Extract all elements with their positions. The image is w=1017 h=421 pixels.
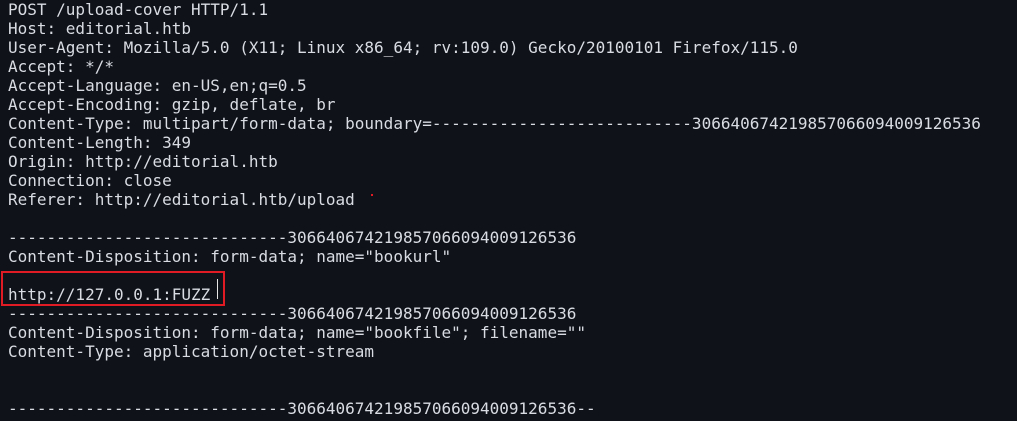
connection-header: Connection: close [8,171,172,190]
request-line: POST /upload-cover HTTP/1.1 [8,0,269,19]
accept-header: Accept: */* [8,57,114,76]
content-disposition-bookurl: Content-Disposition: form-data; name="bo… [8,247,452,266]
content-disposition-bookfile: Content-Disposition: form-data; name="bo… [8,323,586,342]
terminal-window[interactable]: POST /upload-cover HTTP/1.1 Host: editor… [0,0,1017,421]
user-agent-header: User-Agent: Mozilla/5.0 (X11; Linux x86_… [8,38,798,57]
closing-boundary-line: -----------------------------30664067421… [8,399,596,418]
referer-header: Referer: http://editorial.htb/upload [8,190,355,209]
host-header: Host: editorial.htb [8,19,192,38]
accept-encoding-header: Accept-Encoding: gzip, deflate, br [8,95,336,114]
content-type-octet-stream: Content-Type: application/octet-stream [8,342,375,361]
accept-language-header: Accept-Language: en-US,en;q=0.5 [8,76,307,95]
red-dot-marker [371,194,373,196]
content-length-header: Content-Length: 349 [8,133,192,152]
boundary-line: -----------------------------30664067421… [8,228,577,247]
fuzz-highlight-box [1,271,225,306]
text-cursor [217,279,218,299]
content-type-header: Content-Type: multipart/form-data; bound… [8,114,981,133]
boundary-line: -----------------------------30664067421… [8,304,577,323]
origin-header: Origin: http://editorial.htb [8,152,278,171]
